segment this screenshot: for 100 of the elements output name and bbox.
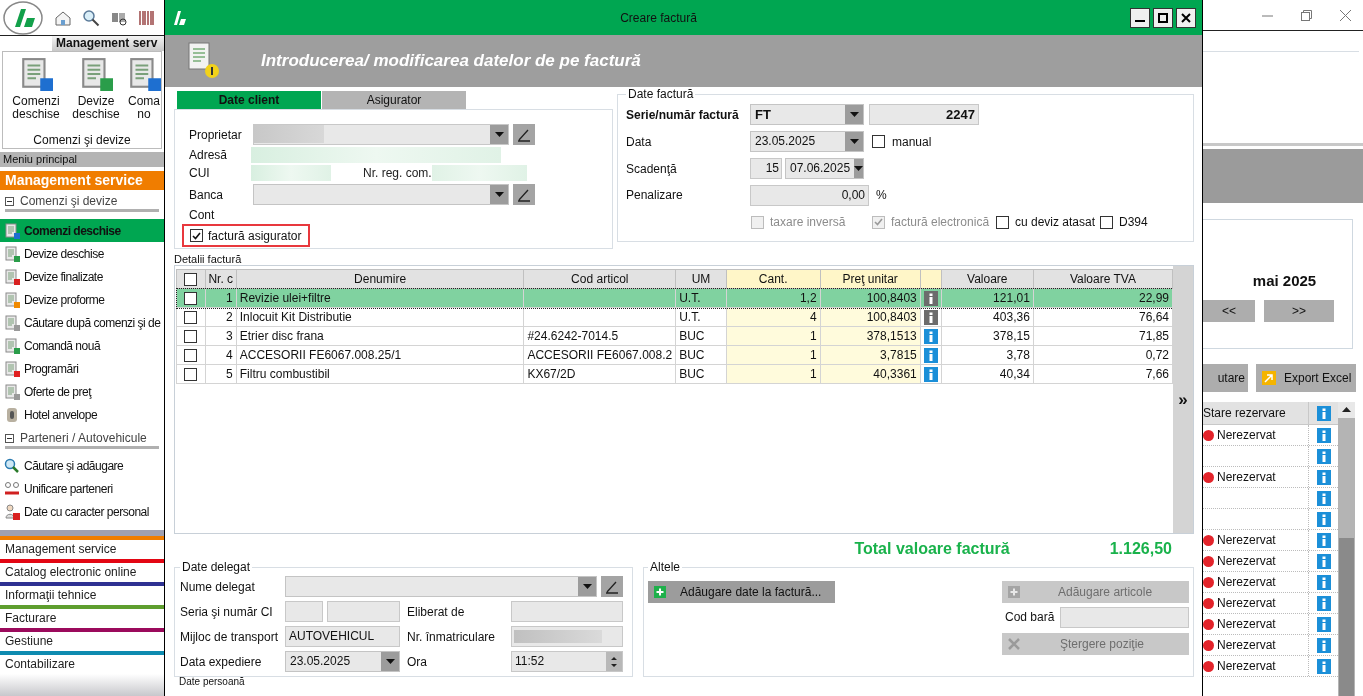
input-field[interactable]	[327, 601, 400, 622]
next-button[interactable]: >>	[1264, 299, 1334, 322]
scrollbar[interactable]	[1338, 402, 1355, 696]
search-icon[interactable]	[82, 8, 100, 27]
info-icon[interactable]	[923, 347, 938, 363]
close-button[interactable]	[1176, 7, 1196, 28]
menu-item[interactable]: Devize finalizate	[0, 265, 164, 288]
ribbon-button[interactable]: Devize deschise	[67, 57, 125, 132]
tab[interactable]: Asigurator	[322, 91, 466, 109]
menu-item[interactable]: Programări	[0, 357, 164, 380]
dropdown-field[interactable]: 23.05.2025	[750, 131, 864, 152]
module-tab[interactable]: Contabilizare	[0, 655, 164, 674]
input-field[interactable]	[285, 601, 323, 622]
maximize-button[interactable]	[1153, 7, 1173, 28]
checkbox[interactable]	[184, 348, 198, 362]
table-row[interactable]: 5 Filtru combustibil KX67/2D BUC 1 40,3361 40,34 7,66	[176, 364, 1173, 384]
close-icon[interactable]	[1340, 9, 1351, 21]
info-icon[interactable]	[1316, 532, 1331, 548]
ribbon-button[interactable]: Coma no	[127, 57, 161, 132]
menu-item-label: Date cu caracter personal	[24, 503, 149, 521]
dropdown-field[interactable]: FT	[750, 104, 864, 125]
barcode-field[interactable]	[1060, 606, 1189, 628]
add-data-button[interactable]: Adăugare date la factură...	[648, 581, 835, 603]
menu-item-label: Devize finalizate	[24, 268, 103, 286]
menu-item[interactable]: Căutare şi adăugare	[0, 454, 164, 477]
checkbox[interactable]	[872, 135, 885, 148]
module-tab[interactable]: Informaţii tehnice	[0, 586, 164, 605]
module-tab[interactable]: Catalog electronic online	[0, 563, 164, 582]
info-icon[interactable]	[1316, 405, 1331, 421]
info-icon[interactable]	[923, 290, 938, 306]
info-icon[interactable]	[1316, 595, 1331, 611]
ribbon-tab[interactable]: Management serv	[52, 36, 164, 51]
minimize-button[interactable]	[1130, 7, 1150, 28]
module-tab[interactable]: Gestiune	[0, 632, 164, 651]
tab[interactable]: Date client	[177, 91, 321, 109]
transport-field[interactable]: AUTOVEHICUL	[285, 626, 400, 647]
column-header[interactable]: Preţ unitar	[820, 269, 921, 289]
info-icon[interactable]	[1316, 574, 1331, 590]
checkbox[interactable]	[1100, 215, 1113, 229]
edit-button[interactable]	[513, 124, 535, 145]
table-cell: 76,64	[1033, 307, 1173, 327]
check-icon	[874, 218, 883, 226]
section-header[interactable]: Comenzi şi devize	[5, 193, 159, 212]
dropdown-field[interactable]	[253, 184, 509, 205]
menu-item[interactable]: Unificare parteneri	[0, 477, 164, 500]
barcode-icon[interactable]	[138, 8, 156, 27]
module-tab[interactable]: Management service	[0, 540, 164, 559]
info-icon[interactable]	[1316, 511, 1331, 527]
group-title: Date factură	[627, 86, 695, 103]
info-icon[interactable]	[1316, 616, 1331, 632]
penalty-field[interactable]: 0,00	[750, 184, 869, 206]
dropdown-field[interactable]: 23.05.2025	[285, 651, 400, 672]
plate-field[interactable]	[511, 626, 623, 647]
time-field[interactable]: 11:52	[511, 651, 623, 672]
dropdown-field[interactable]	[285, 576, 597, 597]
menu-item[interactable]: Devize proforme	[0, 288, 164, 311]
info-icon[interactable]	[923, 366, 938, 382]
info-icon[interactable]	[1316, 490, 1331, 506]
previous-button[interactable]: <<	[1203, 299, 1255, 322]
menu-item[interactable]: Date cu caracter personal	[0, 500, 164, 523]
checkbox[interactable]	[184, 367, 198, 381]
ribbon-button[interactable]: Comenzi deschise	[7, 57, 65, 132]
number-field[interactable]: 2247	[869, 104, 979, 125]
ribbon-group-label: Comenzi şi devize	[32, 132, 132, 148]
info-icon[interactable]	[1316, 469, 1331, 485]
maximize-icon[interactable]	[1301, 9, 1312, 21]
dropdown-field[interactable]: 07.06.2025	[785, 158, 864, 179]
menu-item[interactable]: Comenzi deschise	[0, 219, 164, 242]
info-icon[interactable]	[1316, 448, 1331, 464]
table-row[interactable]: 4 ACCESORII FE6067.008.25/1 ACCESORII FE6067.008.2 BUC 1 3,7815 3,78 0,72	[176, 345, 1173, 365]
export-button[interactable]: Export Excel	[1256, 364, 1356, 392]
edit-button[interactable]	[601, 576, 623, 597]
info-icon[interactable]	[1316, 658, 1331, 674]
info-icon[interactable]	[1316, 427, 1331, 443]
checkbox[interactable]	[996, 215, 1009, 229]
info-icon[interactable]	[1316, 553, 1331, 569]
column-header[interactable]: Cant.	[726, 269, 821, 289]
input-field[interactable]	[511, 601, 623, 622]
checkbox[interactable]	[190, 229, 203, 242]
expand-button[interactable]: »	[1173, 266, 1193, 533]
info-icon[interactable]	[923, 309, 938, 325]
search-button[interactable]: utare	[1203, 364, 1248, 392]
menu-item[interactable]: Oferte de preţ	[0, 380, 164, 403]
section-header[interactable]: Parteneri / Autovehicule	[5, 430, 159, 449]
table-row[interactable]: 2 Inlocuit Kit Distributie U.T. 4 100,8403 403,36 76,64	[176, 307, 1173, 327]
checkbox[interactable]	[184, 310, 198, 324]
days-field[interactable]: 15	[750, 158, 782, 179]
menu-item[interactable]: Hotel anvelope	[0, 403, 164, 426]
menu-item[interactable]: Devize deschise	[0, 242, 164, 265]
module-tab[interactable]: Facturare	[0, 609, 164, 628]
splitter-grip[interactable]	[0, 530, 164, 536]
table-row[interactable]: 3 Etrier disc frana #24.6242-7014.5 BUC 1 378,1513 378,15 71,85	[176, 326, 1173, 346]
info-icon[interactable]	[923, 328, 938, 344]
checkbox[interactable]	[184, 291, 198, 305]
edit-button[interactable]	[513, 184, 535, 205]
info-icon[interactable]	[1316, 637, 1331, 653]
checkbox[interactable]	[184, 272, 198, 286]
menu-item[interactable]: Comandă nouă	[0, 334, 164, 357]
checkbox[interactable]	[184, 329, 198, 343]
menu-item[interactable]: Căutare după comenzi şi de	[0, 311, 164, 334]
